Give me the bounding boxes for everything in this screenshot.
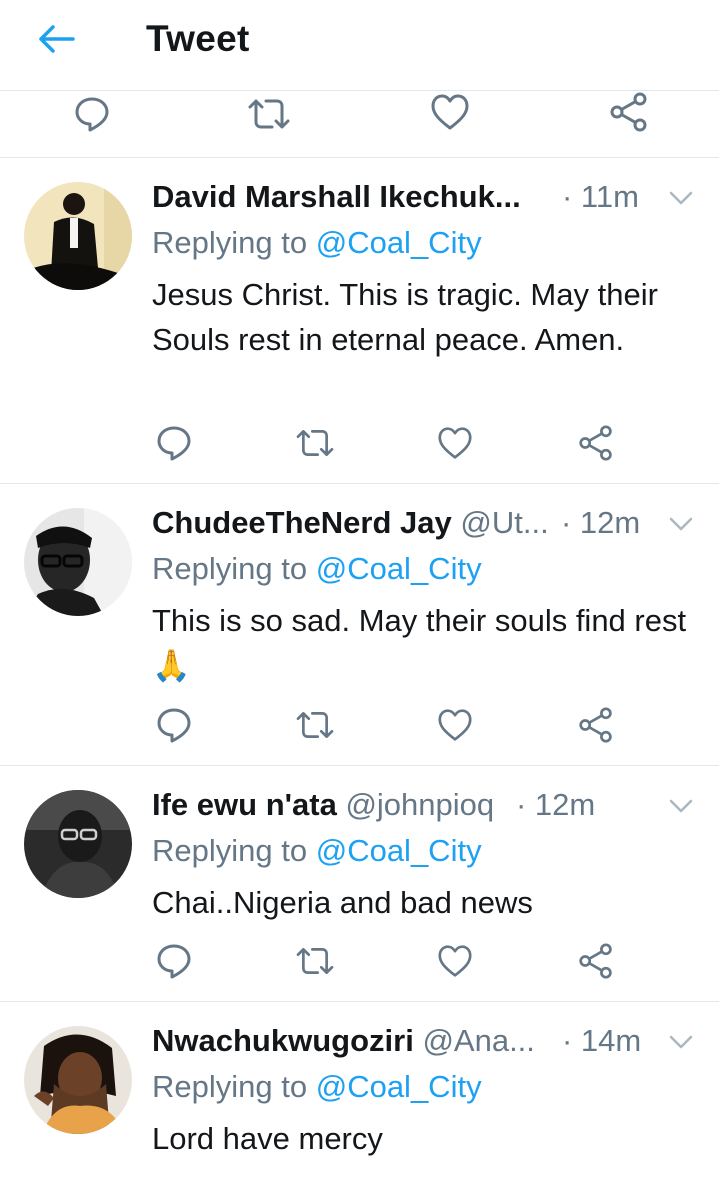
reply-icon[interactable] — [155, 706, 193, 744]
arrow-left-icon — [39, 25, 75, 53]
tweet-timestamp: · 11m — [562, 179, 639, 214]
tweet-timestamp: · 14m — [562, 1023, 642, 1058]
replying-to: Replying to @Coal_City — [152, 551, 482, 587]
retweet-icon[interactable] — [246, 95, 292, 133]
reply-tweet[interactable]: Ife ewu n'ata @johnpioq · 12m Replying t… — [0, 766, 719, 1002]
replying-to: Replying to @Coal_City — [152, 225, 482, 261]
chevron-down-icon[interactable] — [668, 798, 694, 814]
retweet-icon[interactable] — [294, 426, 336, 460]
reply-icon[interactable] — [155, 424, 193, 462]
like-icon[interactable] — [437, 944, 473, 978]
tweet-text: Jesus Christ. This is tragic. May their … — [152, 277, 658, 357]
like-icon[interactable] — [430, 93, 470, 131]
tweet-timestamp: · 12m — [516, 787, 596, 822]
reply-tweet[interactable]: Nwachukwugoziri @Ana... · 14m Replying t… — [0, 1002, 719, 1181]
share-icon[interactable] — [578, 707, 614, 743]
replying-to-label: Replying to — [152, 833, 308, 868]
mention-link[interactable]: @Coal_City — [316, 551, 482, 586]
avatar-image — [24, 1026, 132, 1134]
avatar-image — [24, 790, 132, 898]
page-title: Tweet — [146, 18, 250, 59]
like-icon[interactable] — [437, 426, 473, 460]
replying-to: Replying to @Coal_City — [152, 833, 482, 869]
reply-tweet[interactable]: David Marshall Ikechuk... · 11m Replying… — [0, 158, 719, 484]
mention-link[interactable]: @Coal_City — [316, 225, 482, 260]
share-icon[interactable] — [578, 943, 614, 979]
replying-to: Replying to @Coal_City — [152, 1069, 482, 1105]
display-name[interactable]: Nwachukwugoziri — [152, 1023, 414, 1058]
replying-to-label: Replying to — [152, 225, 308, 260]
tweet-timestamp: · 12m — [561, 505, 641, 540]
reply-icon[interactable] — [155, 942, 193, 980]
main-tweet-actions — [0, 90, 719, 158]
user-handle[interactable]: @johnpioq — [345, 787, 494, 822]
avatar-image — [24, 182, 132, 290]
display-name[interactable]: ChudeeTheNerd Jay — [152, 505, 452, 540]
replying-to-label: Replying to — [152, 1069, 308, 1104]
reply-icon[interactable] — [73, 95, 111, 133]
back-button[interactable] — [30, 18, 82, 60]
chevron-down-icon[interactable] — [668, 1034, 694, 1050]
like-icon[interactable] — [437, 708, 473, 742]
display-name[interactable]: Ife ewu n'ata — [152, 787, 337, 822]
share-icon[interactable] — [609, 92, 649, 132]
retweet-icon[interactable] — [294, 708, 336, 742]
chevron-down-icon[interactable] — [668, 190, 694, 206]
display-name[interactable]: David Marshall Ikechuk... — [152, 179, 521, 214]
reply-tweet[interactable]: ChudeeTheNerd Jay @Ut... · 12m Replying … — [0, 484, 719, 766]
user-handle[interactable]: @Ana... — [422, 1023, 534, 1058]
tweet-text: Lord have mercy — [152, 1121, 383, 1156]
chevron-down-icon[interactable] — [668, 516, 694, 532]
avatar[interactable] — [24, 1026, 132, 1134]
share-icon[interactable] — [578, 425, 614, 461]
mention-link[interactable]: @Coal_City — [316, 833, 482, 868]
avatar[interactable] — [24, 790, 132, 898]
tweet-text: This is so sad. May their souls find res… — [152, 603, 687, 683]
mention-link[interactable]: @Coal_City — [316, 1069, 482, 1104]
retweet-icon[interactable] — [294, 944, 336, 978]
avatar[interactable] — [24, 508, 132, 616]
replying-to-label: Replying to — [152, 551, 308, 586]
top-app-bar: Tweet — [0, 0, 719, 91]
tweet-text: Chai..Nigeria and bad news — [152, 885, 533, 920]
user-handle[interactable]: @Ut... — [460, 505, 548, 540]
avatar-image — [24, 508, 132, 616]
avatar[interactable] — [24, 182, 132, 290]
